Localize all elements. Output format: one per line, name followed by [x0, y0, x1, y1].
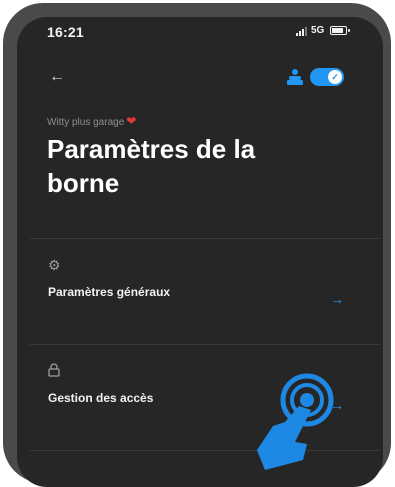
page-title: Paramètres de la borne	[47, 134, 256, 198]
check-icon: ✓	[328, 70, 342, 84]
heart-icon: ❤	[126, 114, 137, 128]
status-time: 16:21	[47, 24, 84, 40]
toggle-switch[interactable]: ✓	[310, 68, 344, 86]
back-arrow-icon[interactable]: ←	[49, 68, 65, 86]
tap-gesture-icon	[257, 373, 334, 470]
header-controls: ✓	[286, 68, 344, 86]
network-label: 5G	[311, 25, 325, 36]
arrow-right-icon: →	[330, 291, 344, 307]
battery-icon	[330, 26, 351, 35]
menu-item-label: Gestion des accès	[48, 391, 154, 405]
status-indicators: 5G	[296, 25, 351, 36]
station-name: Witty plus garage ❤	[47, 114, 137, 128]
charger-user-icon[interactable]	[286, 68, 304, 86]
signal-icon	[296, 26, 307, 36]
menu-item-label: Paramètres généraux	[48, 285, 171, 299]
menu-item-general-settings[interactable]: ⚙ Paramètres généraux →	[30, 239, 378, 343]
gear-icon: ⚙	[48, 257, 61, 273]
lock-icon	[48, 363, 60, 380]
